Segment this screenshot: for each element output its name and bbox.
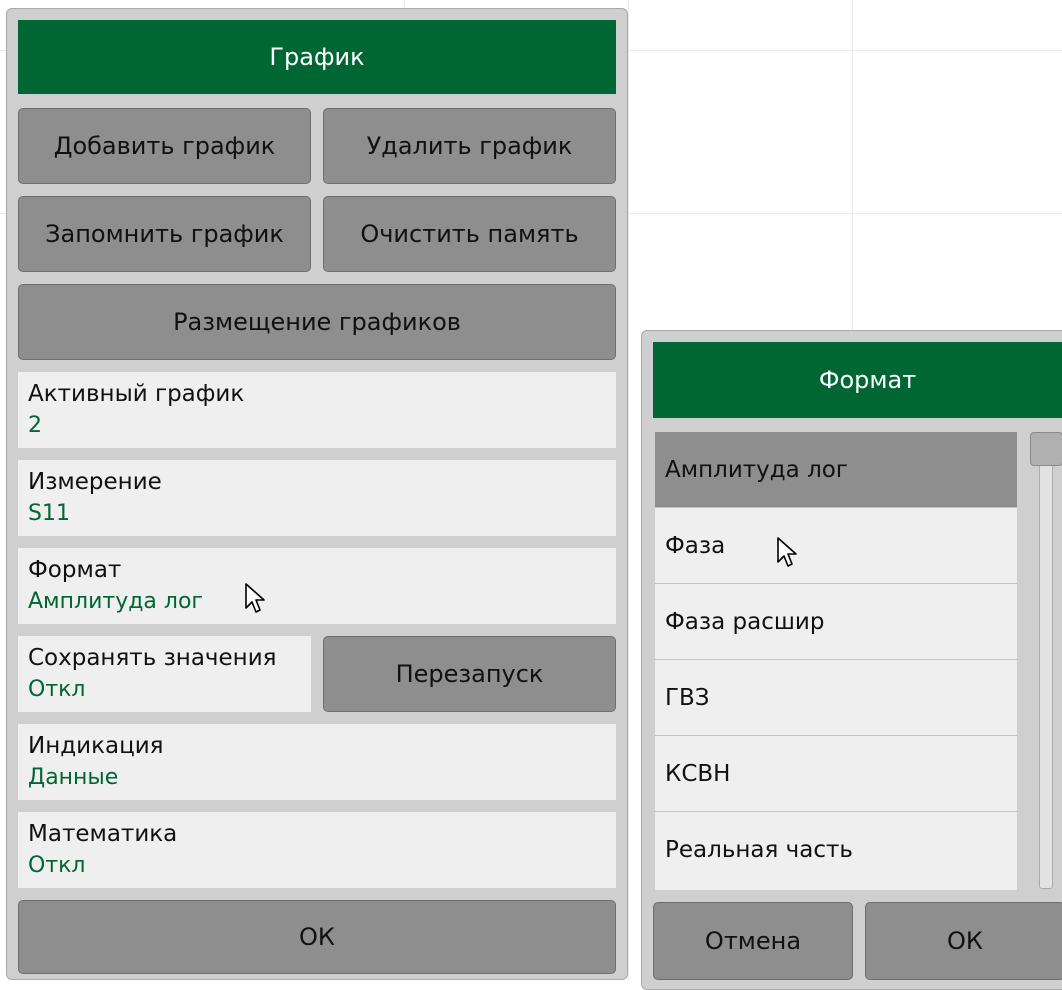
hold-values-label: Сохранять значения	[28, 645, 277, 671]
display-value: Данные	[28, 765, 119, 790]
measurement-field[interactable]: Измерение S11	[18, 460, 616, 536]
format-option-swr[interactable]: КСВН	[655, 736, 1017, 812]
math-value: Откл	[28, 853, 86, 878]
mouse-cursor-icon	[777, 537, 797, 567]
delete-trace-label: Удалить график	[366, 132, 573, 160]
measurement-label: Измерение	[28, 469, 162, 495]
format-ok-button[interactable]: ОК	[865, 902, 1062, 980]
format-option-label: Фаза расшир	[665, 608, 825, 635]
hold-values-value: Откл	[28, 677, 86, 702]
cancel-button[interactable]: Отмена	[653, 902, 853, 980]
mouse-cursor-icon	[245, 583, 265, 613]
format-list: Амплитуда лог Фаза Фаза расшир ГВЗ КСВН …	[655, 432, 1017, 890]
trace-panel-title: График	[18, 20, 616, 94]
restart-button[interactable]: Перезапуск	[323, 636, 616, 712]
format-option-expanded-phase[interactable]: Фаза расшир	[655, 584, 1017, 660]
active-trace-field[interactable]: Активный график 2	[18, 372, 616, 448]
math-field[interactable]: Математика Откл	[18, 812, 616, 888]
memorize-trace-label: Запомнить график	[45, 220, 284, 248]
format-field[interactable]: Формат Амплитуда лог	[18, 548, 616, 624]
restart-label: Перезапуск	[395, 660, 544, 688]
format-option-group-delay[interactable]: ГВЗ	[655, 660, 1017, 736]
format-option-real[interactable]: Реальная часть	[655, 812, 1017, 888]
trace-layout-button[interactable]: Размещение графиков	[18, 284, 616, 360]
clear-memory-label: Очистить память	[360, 220, 579, 248]
add-trace-label: Добавить график	[53, 132, 276, 160]
format-panel: Формат Амплитуда лог Фаза Фаза расшир ГВ…	[641, 330, 1062, 990]
format-option-label: Реальная часть	[665, 837, 853, 863]
format-list-scrollbar[interactable]	[1039, 445, 1053, 889]
grid-line	[628, 0, 629, 980]
format-panel-title-text: Формат	[818, 366, 917, 394]
format-option-label: Амплитуда лог	[665, 456, 848, 483]
math-label: Математика	[28, 821, 178, 847]
format-option-label: Фаза	[665, 532, 726, 559]
clear-memory-button[interactable]: Очистить память	[323, 196, 616, 272]
format-list-scroll-thumb[interactable]	[1030, 432, 1062, 466]
trace-panel-title-text: График	[269, 43, 365, 71]
delete-trace-button[interactable]: Удалить график	[323, 108, 616, 184]
format-panel-title: Формат	[653, 342, 1062, 418]
trace-layout-label: Размещение графиков	[173, 308, 461, 336]
format-label: Формат	[28, 557, 122, 583]
ok-button[interactable]: ОК	[18, 900, 616, 974]
format-option-log-mag[interactable]: Амплитуда лог	[655, 432, 1017, 508]
format-option-phase[interactable]: Фаза	[655, 508, 1017, 584]
trace-panel: График Добавить график Удалить график За…	[6, 8, 628, 980]
format-value: Амплитуда лог	[28, 589, 203, 614]
memorize-trace-button[interactable]: Запомнить график	[18, 196, 311, 272]
active-trace-label: Активный график	[28, 381, 245, 407]
cancel-label: Отмена	[704, 927, 802, 955]
display-label: Индикация	[28, 733, 164, 759]
ok-label: ОК	[299, 923, 335, 951]
active-trace-value: 2	[28, 413, 42, 438]
hold-values-field[interactable]: Сохранять значения Откл	[18, 636, 311, 712]
display-field[interactable]: Индикация Данные	[18, 724, 616, 800]
format-option-label: КСВН	[665, 760, 731, 787]
measurement-value: S11	[28, 501, 70, 526]
add-trace-button[interactable]: Добавить график	[18, 108, 311, 184]
format-option-label: ГВЗ	[665, 684, 710, 711]
format-ok-label: ОК	[947, 927, 983, 955]
